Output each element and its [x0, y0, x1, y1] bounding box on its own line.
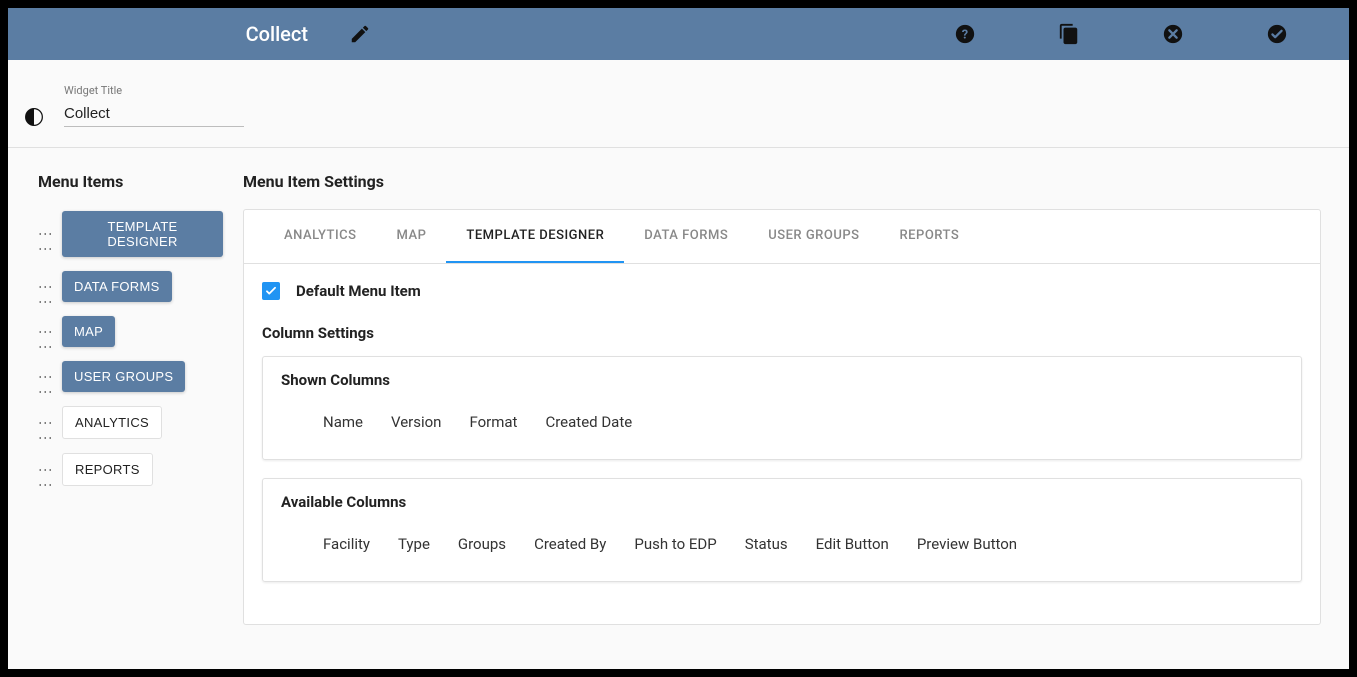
- settings-tab[interactable]: ANALYTICS: [264, 210, 377, 263]
- cancel-button[interactable]: [1161, 22, 1185, 46]
- sidebar-menu-button[interactable]: TEMPLATE DESIGNER: [62, 211, 223, 257]
- available-column-chip[interactable]: Preview Button: [917, 535, 1017, 553]
- help-button[interactable]: ?: [953, 22, 977, 46]
- available-columns-title: Available Columns: [281, 493, 1283, 511]
- available-column-chip[interactable]: Groups: [458, 535, 506, 553]
- available-columns-box: Available Columns Facility Type Groups Crea…: [262, 478, 1302, 582]
- available-column-chip[interactable]: Type: [398, 535, 430, 553]
- settings-tab[interactable]: MAP: [377, 210, 447, 263]
- edit-title-button[interactable]: [348, 22, 372, 46]
- shown-columns-title: Shown Columns: [281, 371, 1283, 389]
- shown-column-chip[interactable]: Name: [323, 413, 363, 431]
- sidebar-heading: Menu Items: [38, 172, 223, 191]
- sidebar-item: ⋮⋮ ANALYTICS: [38, 406, 223, 439]
- settings-tab[interactable]: DATA FORMS: [624, 210, 748, 263]
- sidebar: Menu Items ⋮⋮ TEMPLATE DESIGNER ⋮⋮ DATA FOR…: [8, 148, 233, 669]
- sidebar-item: ⋮⋮ TEMPLATE DESIGNER: [38, 211, 223, 257]
- drag-handle-icon[interactable]: ⋮⋮: [42, 463, 48, 477]
- default-menu-item-label: Default Menu Item: [296, 282, 421, 300]
- confirm-button[interactable]: [1265, 22, 1289, 46]
- available-column-chip[interactable]: Status: [745, 535, 788, 553]
- drag-handle-icon[interactable]: ⋮⋮: [42, 280, 48, 294]
- widget-title-label: Widget Title: [64, 84, 244, 97]
- sidebar-menu-button[interactable]: MAP: [62, 316, 115, 347]
- widget-title-section: Widget Title: [8, 60, 1349, 148]
- help-icon: ?: [954, 23, 976, 45]
- drag-handle-icon[interactable]: ⋮⋮: [42, 227, 48, 241]
- widget-title-input[interactable]: [64, 101, 244, 127]
- sidebar-item: ⋮⋮ USER GROUPS: [38, 361, 223, 392]
- settings-heading: Menu Item Settings: [243, 172, 1321, 191]
- drag-handle-icon[interactable]: ⋮⋮: [42, 416, 48, 430]
- settings-panel: Menu Item Settings ANALYTICSMAPTEMPLATE …: [233, 148, 1349, 669]
- settings-tab[interactable]: USER GROUPS: [748, 210, 879, 263]
- settings-card: ANALYTICSMAPTEMPLATE DESIGNERDATA FORMSU…: [243, 209, 1321, 625]
- column-settings-heading: Column Settings: [262, 324, 1302, 342]
- available-column-chip[interactable]: Created By: [534, 535, 606, 553]
- sidebar-item: ⋮⋮ MAP: [38, 316, 223, 347]
- contrast-icon: [24, 107, 44, 127]
- settings-tabs: ANALYTICSMAPTEMPLATE DESIGNERDATA FORMSU…: [244, 210, 1320, 264]
- top-bar: Collect ?: [8, 8, 1349, 60]
- topbar-title: Collect: [246, 22, 308, 46]
- settings-tab[interactable]: TEMPLATE DESIGNER: [446, 210, 624, 263]
- check-circle-icon: [1266, 23, 1288, 45]
- drag-handle-icon[interactable]: ⋮⋮: [42, 370, 48, 384]
- shown-columns-box: Shown Columns Name Version Format Created D…: [262, 356, 1302, 460]
- copy-button[interactable]: [1057, 22, 1081, 46]
- settings-tab[interactable]: REPORTS: [880, 210, 980, 263]
- shown-column-chip[interactable]: Format: [469, 413, 517, 431]
- sidebar-menu-button[interactable]: REPORTS: [62, 453, 153, 486]
- default-menu-item-checkbox[interactable]: [262, 282, 280, 300]
- sidebar-menu-button[interactable]: ANALYTICS: [62, 406, 162, 439]
- sidebar-menu-button[interactable]: DATA FORMS: [62, 271, 172, 302]
- pencil-icon: [349, 23, 371, 45]
- available-column-chip[interactable]: Push to EDP: [634, 535, 716, 553]
- shown-column-chip[interactable]: Version: [391, 413, 442, 431]
- close-circle-icon: [1162, 23, 1184, 45]
- svg-text:?: ?: [962, 28, 968, 43]
- sidebar-menu-button[interactable]: USER GROUPS: [62, 361, 185, 392]
- sidebar-item: ⋮⋮ DATA FORMS: [38, 271, 223, 302]
- available-column-chip[interactable]: Edit Button: [816, 535, 889, 553]
- shown-column-chip[interactable]: Created Date: [545, 413, 632, 431]
- drag-handle-icon[interactable]: ⋮⋮: [42, 325, 48, 339]
- available-column-chip[interactable]: Facility: [323, 535, 370, 553]
- sidebar-item: ⋮⋮ REPORTS: [38, 453, 223, 486]
- copy-icon: [1058, 23, 1080, 45]
- check-icon: [264, 284, 278, 298]
